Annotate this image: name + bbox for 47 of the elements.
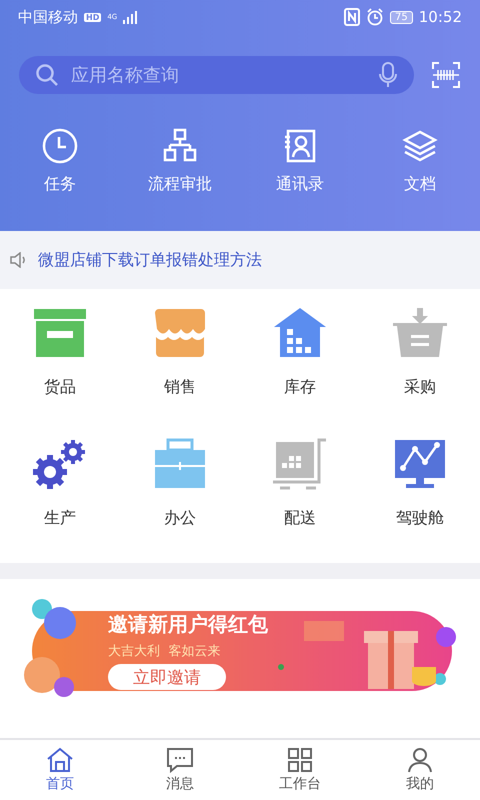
speaker-icon <box>10 252 28 268</box>
hierarchy-icon <box>162 128 198 164</box>
app-tile[interactable]: 生产 <box>0 438 120 529</box>
tab-bar-item[interactable]: 我的 <box>360 740 480 800</box>
tab-bar-item[interactable]: 消息 <box>120 740 240 800</box>
banner-subtitle: 大吉大利 客如云来 <box>108 643 220 660</box>
chat-bubble-icon <box>166 747 194 773</box>
banner-title: 邀请新用户得红包 <box>108 611 268 638</box>
shop-awning-icon <box>152 307 208 359</box>
app-tile[interactable]: 销售 <box>120 307 240 398</box>
warehouse-icon <box>272 307 328 359</box>
grid-icon <box>286 747 314 773</box>
invite-button[interactable]: 立即邀请 <box>108 664 226 690</box>
storage-box-icon <box>32 307 88 359</box>
search-icon <box>35 63 59 87</box>
app-tile[interactable]: 货品 <box>0 307 120 398</box>
chart-monitor-icon <box>392 438 448 490</box>
home-icon <box>46 747 74 773</box>
scan-icon <box>432 62 460 88</box>
search-bar[interactable]: 应用名称查询 <box>19 56 414 94</box>
tab-bar-item[interactable]: 首页 <box>0 740 120 800</box>
tab-bar-item[interactable]: 工作台 <box>240 740 360 800</box>
quick-action[interactable]: 流程审批 <box>120 128 240 195</box>
gears-icon <box>32 438 88 490</box>
signal-icon <box>123 10 140 24</box>
app-tile[interactable]: 配送 <box>240 438 360 529</box>
contact-book-icon <box>282 128 318 164</box>
clock-icon <box>42 128 78 164</box>
inbox-tray-icon <box>392 307 448 359</box>
battery-level: 75 <box>390 10 413 24</box>
app-tile[interactable]: 采购 <box>360 307 480 398</box>
search-input[interactable]: 应用名称查询 <box>69 64 368 86</box>
clock-time: 10:52 <box>418 8 462 26</box>
alarm-icon <box>366 8 384 26</box>
hand-cart-icon <box>272 438 328 490</box>
person-icon <box>406 747 434 773</box>
notice-link[interactable]: 微盟店铺下载订单报错处理方法 <box>38 250 262 270</box>
briefcase-icon <box>152 438 208 490</box>
app-tile[interactable]: 驾驶舱 <box>360 438 480 529</box>
nfc-icon <box>344 8 360 26</box>
layers-icon <box>402 128 438 164</box>
app-tile[interactable]: 库存 <box>240 307 360 398</box>
microphone-icon <box>378 62 398 88</box>
app-tile[interactable]: 办公 <box>120 438 240 529</box>
quick-action[interactable]: 任务 <box>0 128 120 195</box>
carrier-name: 中国移动 <box>18 8 78 26</box>
hd-badge: HD <box>84 12 102 22</box>
